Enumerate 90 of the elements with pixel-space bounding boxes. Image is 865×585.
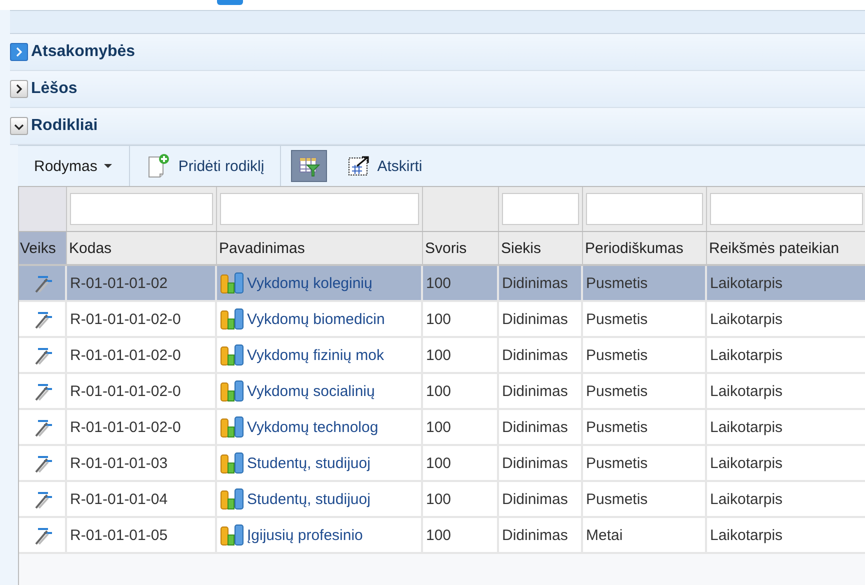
edit-pen-icon <box>34 489 54 509</box>
edit-pen-icon <box>34 525 54 545</box>
detach-button[interactable]: Atskirti <box>337 146 438 186</box>
edit-pen-icon <box>34 345 54 365</box>
table-cell: Laikotarpis <box>707 266 865 300</box>
table-cell: 100 <box>423 518 499 552</box>
table-cell: R-01-01-01-02-0 <box>67 302 217 336</box>
table-cell: 100 <box>423 446 499 480</box>
table-cell: Didinimas <box>499 302 583 336</box>
column-header[interactable]: Pavadinimas <box>217 232 423 264</box>
bar-chart-icon <box>219 272 245 294</box>
grid-funnel-icon <box>298 155 320 177</box>
link[interactable]: Studentų, studijuoj <box>247 454 370 472</box>
table-row[interactable]: R-01-01-01-02 Vykdomų koleginių 100 Didinimas Pusmetis Laikotarpis <box>19 266 865 302</box>
table-cell: Pusmetis <box>583 266 707 300</box>
table-cell: Pusmetis <box>583 446 707 480</box>
table-cell: R-01-01-01-05 <box>67 518 217 552</box>
bar-chart-icon <box>219 380 245 402</box>
filter-field[interactable] <box>220 193 419 225</box>
link[interactable]: Vykdomų socialinių <box>247 382 375 400</box>
table-cell: R-01-01-01-02 <box>67 266 217 300</box>
table-cell: Pusmetis <box>583 374 707 408</box>
bar-chart-icon <box>219 344 245 366</box>
filter-field[interactable] <box>710 193 863 225</box>
table-cell: 100 <box>423 302 499 336</box>
filter-toggle[interactable] <box>291 150 328 182</box>
table-row[interactable]: R-01-01-01-03 Studentų, studijuoj 100 Didinimas Pusmetis Laikotarpis <box>19 446 865 482</box>
bar-chart-icon <box>219 524 245 546</box>
table-cell: Laikotarpis <box>707 302 865 336</box>
table-cell: Didinimas <box>499 266 583 300</box>
table-row[interactable]: R-01-01-01-02-0 Vykdomų technolog 100 Didinimas Pusmetis Laikotarpis <box>19 410 865 446</box>
table-row[interactable]: R-01-01-01-04 Studentų, studijuoj 100 Didinimas Pusmetis Laikotarpis <box>19 482 865 518</box>
edit-pen-icon <box>34 273 54 293</box>
table-cell: 100 <box>423 374 499 408</box>
filter-field[interactable] <box>586 193 703 225</box>
column-header[interactable]: Siekis <box>499 232 583 264</box>
table-row[interactable]: R-01-01-01-05 Įgijusių profesinio 100 Didinimas Metai Laikotarpis <box>19 518 865 554</box>
bar-chart-icon <box>219 452 245 474</box>
caret-icon <box>103 163 114 169</box>
link[interactable]: Vykdomų biomedicin <box>247 310 385 328</box>
filter-field[interactable] <box>70 193 213 225</box>
table-cell: Laikotarpis <box>707 446 865 480</box>
edit-pen-icon <box>34 381 54 401</box>
table-cell: Laikotarpis <box>707 482 865 516</box>
bar-chart-icon <box>219 308 245 330</box>
table-cell: 100 <box>423 410 499 444</box>
table-cell: Pusmetis <box>583 302 707 336</box>
table-cell: Pusmetis <box>583 482 707 516</box>
column-header[interactable]: Reikšmės pateikian <box>707 232 865 264</box>
column-header[interactable]: Periodiškumas <box>583 232 707 264</box>
column-header[interactable]: Svoris <box>423 232 499 264</box>
table-cell: Laikotarpis <box>707 338 865 372</box>
table-cell: R-01-01-01-02-0 <box>67 410 217 444</box>
table-cell: 100 <box>423 266 499 300</box>
table-row[interactable]: R-01-01-01-02-0 Vykdomų biomedicin 100 Didinimas Pusmetis Laikotarpis <box>19 302 865 338</box>
column-header[interactable]: Veiks <box>19 232 67 264</box>
table-cell: R-01-01-01-04 <box>67 482 217 516</box>
table-cell: Didinimas <box>499 410 583 444</box>
table-row[interactable]: R-01-01-01-02-0 Vykdomų socialinių 100 Didinimas Pusmetis Laikotarpis <box>19 374 865 410</box>
edit-pen-icon <box>34 417 54 437</box>
filter-field[interactable] <box>502 193 579 225</box>
window-arrow-icon <box>347 154 372 178</box>
table-cell: Didinimas <box>499 338 583 372</box>
table-cell: R-01-01-01-03 <box>67 446 217 480</box>
table-cell: Pusmetis <box>583 410 707 444</box>
bar-chart-icon <box>219 488 245 510</box>
link[interactable]: Vykdomų fizinių mok <box>247 346 384 364</box>
table-cell: Didinimas <box>499 374 583 408</box>
link[interactable]: Vykdomų technolog <box>247 418 378 436</box>
table-cell: 100 <box>423 482 499 516</box>
table-cell: 100 <box>423 338 499 372</box>
table-cell: Laikotarpis <box>707 518 865 552</box>
edit-pen-icon <box>34 309 54 329</box>
column-header[interactable]: Kodas <box>67 232 217 264</box>
table-cell: Metai <box>583 518 707 552</box>
table-cell: Didinimas <box>499 482 583 516</box>
table-cell: Pusmetis <box>583 338 707 372</box>
table-cell: Didinimas <box>499 518 583 552</box>
table-cell: Laikotarpis <box>707 374 865 408</box>
link[interactable]: Vykdomų koleginių <box>247 274 372 292</box>
edit-pen-icon <box>34 453 54 473</box>
link[interactable]: Studentų, studijuoj <box>247 490 370 508</box>
table-cell: R-01-01-01-02-0 <box>67 374 217 408</box>
table-cell: Laikotarpis <box>707 410 865 444</box>
link[interactable]: Įgijusių profesinio <box>247 526 363 544</box>
table-row[interactable]: R-01-01-01-02-0 Vykdomų fizinių mok 100 Didinimas Pusmetis Laikotarpis <box>19 338 865 374</box>
tab-icon[interactable] <box>217 0 243 5</box>
bar-chart-icon <box>219 416 245 438</box>
table-cell: R-01-01-01-02-0 <box>67 338 217 372</box>
table-cell: Didinimas <box>499 446 583 480</box>
